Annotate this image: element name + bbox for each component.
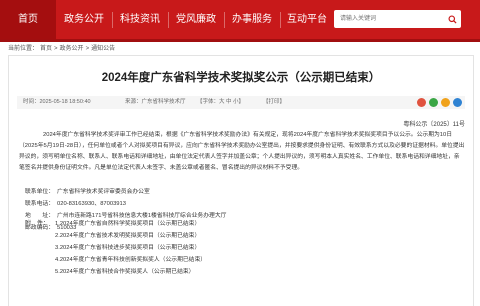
nav-item-tech-news[interactable]: 科技资讯 — [112, 0, 168, 39]
contact-phone-row: 联系电话： 020-83163930、87003913 — [25, 198, 126, 207]
attachment-link[interactable]: 1.2024年度广东省自然科学奖拟奖项目（公示期已结束） — [55, 218, 200, 227]
search-button[interactable] — [443, 10, 461, 28]
search-box — [334, 10, 461, 28]
contact-label: 联系单位： — [25, 189, 54, 195]
attachment-link[interactable]: 2.2024年度广东省技术发明奖拟奖项目（公示期已结束） — [55, 230, 200, 239]
share-qq-icon[interactable] — [453, 98, 462, 107]
print-link[interactable]: 【打印】 — [263, 96, 285, 109]
contact-unit-row: 联系单位： 广东省科学技术奖评审委员会办公室 — [25, 186, 150, 195]
article-title: 2024年度广东省科学技术奖拟奖公示（公示期已结束） — [101, 72, 381, 84]
breadcrumb-separator: > — [54, 46, 58, 52]
attachment-link[interactable]: 4.2024年度广东省青年科技创新奖拟奖人（公示期已结束） — [55, 254, 206, 263]
search-icon — [447, 14, 457, 24]
breadcrumb-notice-link[interactable]: 通知公告 — [91, 46, 115, 52]
breadcrumb-separator: > — [85, 46, 90, 52]
article-source: 来源：广东省科学技术厅 — [125, 99, 186, 105]
nav-item-integrity[interactable]: 党风廉政 — [168, 0, 224, 39]
article-meta-bar: 时间：2025-05-18 18:50:40 来源：广东省科学技术厅 【字体：大… — [17, 96, 465, 109]
share-qzone-icon[interactable] — [441, 98, 450, 107]
nav-item-home[interactable]: 首页 — [0, 0, 56, 39]
document-number: 粤科公示〔2025〕11号 — [403, 122, 465, 128]
breadcrumb-home-link[interactable]: 首页 — [40, 46, 52, 52]
contact-value: 020-83163930、87003913 — [57, 201, 126, 207]
breadcrumb: 当前位置： 首页 > 政务公开 > 通知公告 — [8, 43, 117, 52]
attachments-label: 附 件： — [25, 221, 50, 227]
top-nav-bar: 首页 政务公开 科技资讯 党风廉政 办事服务 互动平台 — [0, 0, 480, 42]
article-paragraph: 2024年度广东省科学技术奖评审工作已经结束，根据《广东省科学技术奖励办法》有关… — [19, 132, 465, 171]
font-size-switch[interactable]: 【字体：大 中 小】 — [197, 96, 244, 109]
nav-item-services[interactable]: 办事服务 — [224, 0, 280, 39]
contact-value: 广东省科学技术奖评审委员会办公室 — [57, 189, 150, 195]
search-input[interactable] — [340, 10, 440, 28]
nav-item-gov-affairs[interactable]: 政务公开 — [56, 0, 112, 39]
share-weibo-icon[interactable] — [417, 98, 426, 107]
article-panel: 2024年度广东省科学技术奖拟奖公示（公示期已结束） 时间：2025-05-18… — [8, 55, 474, 306]
publish-time: 时间：2025-05-18 18:50:40 — [23, 99, 91, 105]
breadcrumb-gov-affairs-link[interactable]: 政务公开 — [60, 46, 84, 52]
nav-item-interaction[interactable]: 互动平台 — [280, 0, 334, 39]
contact-label: 联系电话： — [25, 201, 54, 207]
share-wechat-icon[interactable] — [429, 98, 438, 107]
breadcrumb-prefix: 当前位置： — [8, 46, 39, 52]
attachment-link[interactable]: 5.2024年度广东省科技合作奖拟奖人（公示期已结束） — [55, 266, 194, 275]
attachment-link[interactable]: 3.2024年度广东省科技进步奖拟奖项目（公示期已结束） — [55, 242, 200, 251]
